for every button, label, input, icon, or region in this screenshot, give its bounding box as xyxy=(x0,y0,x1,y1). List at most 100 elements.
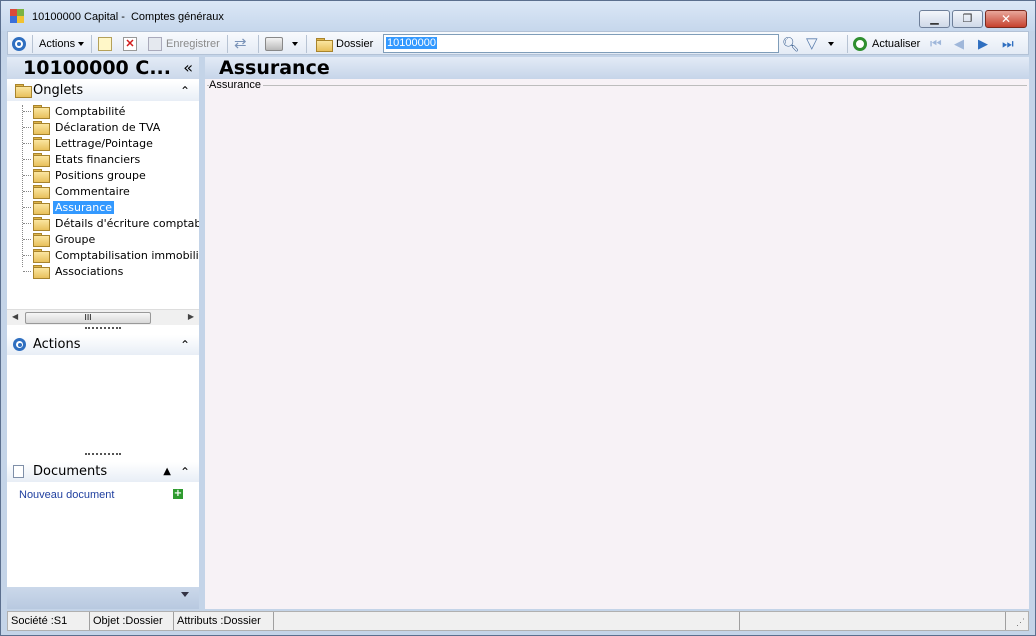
folder-icon xyxy=(33,153,50,167)
actions-menu-label: Actions xyxy=(39,38,76,50)
scroll-left-icon[interactable]: ◀ xyxy=(12,312,18,321)
tree-item-label: Groupe xyxy=(55,232,96,246)
tree-item-declaration-tva[interactable]: Déclaration de TVA xyxy=(7,119,162,135)
filter-button[interactable]: ▽ xyxy=(806,35,834,53)
sync-button[interactable]: ⇄ xyxy=(234,35,248,53)
chevron-down-icon xyxy=(292,42,298,46)
new-document-link[interactable]: Nouveau document xyxy=(19,489,114,501)
tree-item-label: Assurance xyxy=(53,200,115,214)
scrollbar-thumb[interactable]: III xyxy=(25,312,151,324)
refresh-icon xyxy=(853,37,867,51)
onglets-section-header[interactable]: Onglets ⌃ xyxy=(7,81,199,101)
status-empty xyxy=(274,612,740,630)
printer-icon xyxy=(265,37,283,51)
tree-item-positions-groupe[interactable]: Positions groupe xyxy=(7,167,148,183)
filter-icon: ▽ xyxy=(806,35,818,52)
splitter-grip[interactable] xyxy=(85,453,121,456)
close-button[interactable]: ✕ xyxy=(985,10,1027,28)
tree-item-label: Comptabilisation immobili xyxy=(55,248,199,262)
dossier-label: Dossier xyxy=(336,38,374,50)
splitter-grip[interactable] xyxy=(85,327,121,330)
chevron-down-icon[interactable] xyxy=(181,592,189,597)
tree-item-groupe[interactable]: Groupe xyxy=(7,231,97,247)
new-icon xyxy=(98,37,112,51)
tree-item-label: Etats financiers xyxy=(55,152,141,166)
record-search-value: 10100000 xyxy=(386,37,437,49)
sync-icon: ⇄ xyxy=(234,35,247,52)
double-chevron-up-icon[interactable]: ⌃ xyxy=(180,81,190,101)
previous-record-button[interactable]: ◀ xyxy=(954,35,968,53)
tree-item-etats-financiers[interactable]: Etats financiers xyxy=(7,151,142,167)
window-controls: ▁ ❐ ✕ xyxy=(919,10,1027,28)
app-icon xyxy=(10,9,26,25)
tree-item-associations[interactable]: Associations xyxy=(7,263,125,279)
maximize-button[interactable]: ❐ xyxy=(952,10,983,28)
delete-button[interactable]: ✕ xyxy=(123,35,137,53)
folder-icon xyxy=(15,84,32,98)
dossier-button[interactable]: Dossier xyxy=(314,35,373,53)
tree-horizontal-scrollbar[interactable]: ◀ III ▶ xyxy=(7,309,199,325)
scroll-right-icon[interactable]: ▶ xyxy=(188,312,194,321)
delete-icon: ✕ xyxy=(123,37,137,51)
last-icon: ⏭ xyxy=(1002,36,1014,51)
record-header: 10100000 C... « xyxy=(7,57,199,79)
last-record-button[interactable]: ⏭ xyxy=(1002,35,1016,53)
double-chevron-up-icon[interactable]: ⌃ xyxy=(180,335,190,355)
tree-item-assurance[interactable]: Assurance xyxy=(7,199,115,215)
documents-section-header[interactable]: Documents ▲ ⌃ xyxy=(7,462,199,482)
print-button[interactable] xyxy=(265,35,298,53)
onglets-label: Onglets xyxy=(33,83,84,98)
refresh-label: Actualiser xyxy=(872,38,921,50)
toolbar-separator xyxy=(847,35,848,53)
collapse-panel-button[interactable]: « xyxy=(183,57,193,79)
chevron-down-icon xyxy=(828,42,834,46)
toolbar-separator xyxy=(227,35,228,53)
save-button[interactable]: Enregistrer xyxy=(148,35,220,53)
chevron-up-icon[interactable]: ▲ xyxy=(163,462,171,482)
add-document-icon[interactable]: + xyxy=(173,489,183,499)
target-icon xyxy=(13,338,26,351)
folder-icon xyxy=(33,249,50,263)
tree-item-label: Positions groupe xyxy=(55,168,146,182)
tree-item-label: Déclaration de TVA xyxy=(55,120,161,134)
refresh-button[interactable]: Actualiser xyxy=(853,35,920,53)
next-icon: ▶ xyxy=(978,36,988,51)
folder-icon xyxy=(33,105,50,119)
minimize-button[interactable]: ▁ xyxy=(919,10,950,28)
tree-item-comptabilite[interactable]: Comptabilité xyxy=(7,103,127,119)
folder-icon xyxy=(33,217,50,231)
tree-item-label: Commentaire xyxy=(55,184,130,198)
tree-item-comptabilisation[interactable]: Comptabilisation immobili xyxy=(7,247,199,263)
first-icon: ⏮ xyxy=(930,36,942,51)
toolbar-separator xyxy=(306,35,307,53)
toolbar-separator xyxy=(91,35,92,53)
actions-section-header[interactable]: Actions ⌃ xyxy=(7,335,199,355)
search-button[interactable]: 🔍︎ xyxy=(782,35,800,53)
tree-item-label: Comptabilité xyxy=(55,104,126,118)
group-box-divider xyxy=(207,85,1027,86)
record-search-input[interactable]: 10100000 xyxy=(383,34,779,53)
toolbar: Actions ✕ Enregistrer ⇄ Dossier 10100000… xyxy=(7,31,1029,55)
actions-menu-button[interactable]: Actions xyxy=(39,35,85,53)
status-empty xyxy=(740,612,1006,630)
tree-item-commentaire[interactable]: Commentaire xyxy=(7,183,132,199)
window-title-module: Comptes généraux xyxy=(130,11,224,23)
tree-item-details-ecriture[interactable]: Détails d'écriture comptab xyxy=(7,215,199,231)
previous-icon: ◀ xyxy=(954,36,964,51)
tabs-tree: Comptabilité Déclaration de TVA Lettrage… xyxy=(7,101,199,311)
home-button[interactable] xyxy=(12,35,26,53)
resize-grip-icon[interactable]: ⋰ xyxy=(1016,617,1025,628)
next-record-button[interactable]: ▶ xyxy=(978,35,992,53)
tree-item-lettrage[interactable]: Lettrage/Pointage xyxy=(7,135,155,151)
chevron-down-icon xyxy=(78,42,85,46)
first-record-button[interactable]: ⏮ xyxy=(930,35,944,53)
new-record-button[interactable] xyxy=(98,35,112,53)
folder-icon xyxy=(33,169,50,183)
documents-label: Documents xyxy=(33,464,108,479)
toolbar-separator xyxy=(32,35,33,53)
tree-item-label: Détails d'écriture comptab xyxy=(55,216,199,230)
double-chevron-up-icon[interactable]: ⌃ xyxy=(180,462,190,482)
restore-icon: ❐ xyxy=(962,12,973,25)
folder-icon xyxy=(33,137,50,151)
actions-section-label: Actions xyxy=(33,337,81,352)
